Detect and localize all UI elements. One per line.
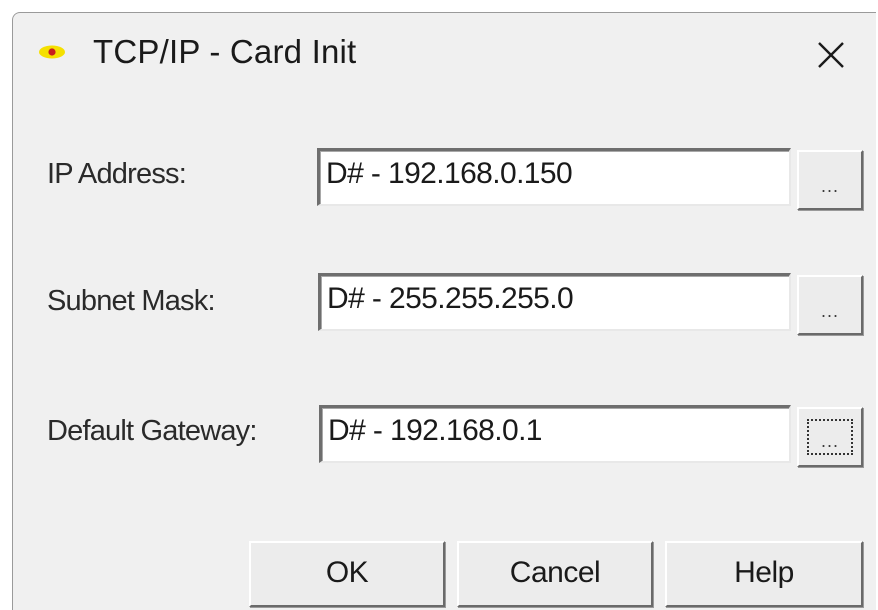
subnet-mask-browse-button[interactable]: ... — [797, 275, 863, 335]
default-gateway-value: D# - 192.168.0.1 — [328, 414, 543, 447]
window-title: TCP/IP - Card Init — [93, 33, 357, 70]
ip-address-field[interactable]: D# - 192.168.0.150 — [317, 148, 791, 206]
close-button[interactable] — [811, 35, 851, 75]
close-icon — [818, 42, 844, 68]
ok-button[interactable]: OK — [249, 541, 445, 607]
cancel-button[interactable]: Cancel — [457, 541, 653, 607]
browse-label: ... — [820, 176, 839, 196]
subnet-mask-value: D# - 255.255.255.0 — [327, 282, 574, 315]
ip-address-browse-button[interactable]: ... — [797, 150, 863, 210]
default-gateway-browse-button[interactable]: ... — [797, 407, 863, 467]
tcpip-card-init-dialog: TCP/IP - Card Init IP Address: D# - 192.… — [12, 12, 876, 610]
ip-address-value: D# - 192.168.0.150 — [326, 157, 573, 190]
title-bar: TCP/IP - Card Init — [13, 13, 876, 93]
browse-label: ... — [820, 301, 839, 321]
default-gateway-field[interactable]: D# - 192.168.0.1 — [319, 405, 791, 463]
default-gateway-label: Default Gateway: — [47, 415, 257, 447]
ip-address-label: IP Address: — [47, 158, 187, 190]
subnet-mask-field[interactable]: D# - 255.255.255.0 — [318, 273, 791, 331]
help-button[interactable]: Help — [665, 541, 863, 607]
app-dot-icon — [39, 45, 65, 59]
focus-ring — [807, 419, 853, 455]
subnet-mask-label: Subnet Mask: — [47, 285, 216, 317]
